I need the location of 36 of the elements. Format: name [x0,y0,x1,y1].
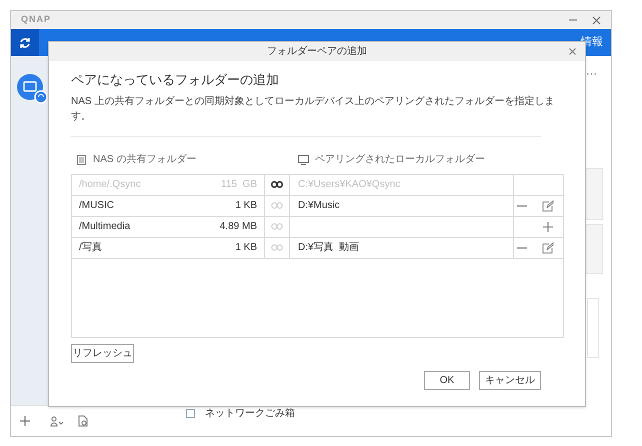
folder-name: /Multimedia [79,220,130,234]
edit-icon[interactable] [542,200,554,212]
cancel-button[interactable]: キャンセル [479,371,541,390]
folder-name: /写真 [79,240,102,255]
add-icon[interactable] [542,220,554,232]
edit-icon[interactable] [542,242,554,254]
sync-icon[interactable] [19,36,31,48]
close-icon[interactable] [592,16,601,24]
more-menu[interactable]: ··· [586,66,597,82]
document-icon[interactable] [78,415,88,427]
local-folder-path: D:¥写真 動画 [298,240,360,255]
app-logo: QNAP [21,13,52,26]
folder-size: 1 KB [235,241,257,255]
ok-button[interactable]: OK [424,371,470,390]
dialog-heading: ペアになっているフォルダーの追加 [71,71,280,89]
column-header: ペアリングされたローカルフォルダー [315,153,485,167]
folder-size: 4.89 MB [220,220,257,234]
add-icon[interactable] [20,416,30,426]
column-header: NAS の共有フォルダー [93,152,196,167]
monitor-icon [298,154,309,164]
folder-name: /MUSIC [79,199,114,213]
trash-label: ネットワークごみ箱 [205,407,295,421]
folder-size: 1 KB [235,199,257,213]
local-folder-path: D:¥Music [298,199,340,213]
close-icon[interactable] [569,48,576,55]
folder-name: /home/.Qsync [79,178,141,192]
side-panel [587,298,599,358]
folder-size: 115 GB [221,178,257,192]
refresh-button[interactable]: リフレッシュ [71,344,134,362]
checkbox[interactable] [186,409,195,418]
user-settings-icon[interactable] [50,416,64,426]
folder-sync-icon[interactable] [17,74,47,104]
dialog-description: NAS 上の共有フォルダーとの同期対象としてローカルデバイス上のペアリングされたフォルダーを指定します。 [71,94,556,124]
local-folder-path: C:¥Users¥KAO¥Qsync [298,178,400,192]
dialog-title: フォルダーペアの追加 [267,44,367,59]
server-icon [77,154,86,164]
